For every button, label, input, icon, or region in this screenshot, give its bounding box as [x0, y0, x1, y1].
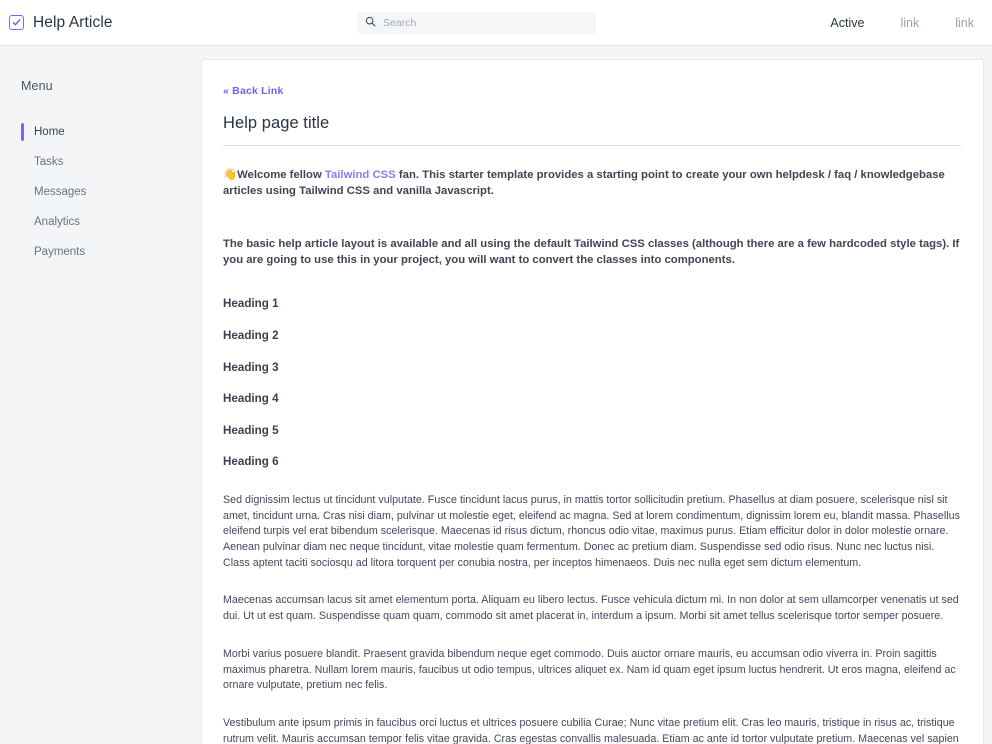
- sidebar-item-payments[interactable]: Payments: [21, 237, 201, 267]
- search-box[interactable]: [357, 12, 596, 34]
- body-paragraph-3: Morbi varius posuere blandit. Praesent g…: [223, 647, 956, 692]
- doc-heading-3: Heading 3: [223, 360, 279, 374]
- sidebar-item-tasks[interactable]: Tasks: [21, 147, 201, 177]
- doc-heading-4: Heading 4: [223, 392, 279, 406]
- sidebar-heading: Menu: [21, 79, 53, 93]
- intro-paragraph-1: 👋Welcome fellow Tailwind CSS fan. This s…: [223, 168, 961, 199]
- nav-link-active[interactable]: Active: [830, 16, 864, 30]
- doc-heading-2: Heading 2: [223, 328, 279, 342]
- nav-link-1[interactable]: link: [900, 16, 919, 30]
- heading-samples: Heading 1 Heading 2 Heading 3 Heading 4 …: [223, 298, 961, 468]
- intro-text-before-link: Welcome fellow: [237, 169, 325, 181]
- body-paragraph-1: Sed dignissim lectus ut tincidunt vulput…: [223, 493, 960, 569]
- waving-hand-icon: 👋: [223, 169, 238, 181]
- sidebar: Menu Home Tasks Messages Analytics Payme…: [0, 46, 201, 267]
- sidebar-menu: Home Tasks Messages Analytics Payments: [21, 117, 201, 267]
- search-input[interactable]: [383, 17, 588, 29]
- sidebar-item-analytics[interactable]: Analytics: [21, 207, 201, 237]
- body-paragraph-2: Maecenas accumsan lacus sit amet element…: [223, 594, 959, 623]
- article-card: « Back Link Help page title 👋Welcome fel…: [201, 59, 984, 744]
- sidebar-item-label: Analytics: [34, 216, 81, 228]
- tailwind-css-link[interactable]: Tailwind CSS: [325, 169, 396, 181]
- back-link[interactable]: « Back Link: [223, 85, 284, 97]
- app-header: Help Article Active link link: [0, 0, 992, 46]
- search-icon: [365, 14, 376, 32]
- doc-heading-5: Heading 5: [223, 423, 279, 437]
- header-nav: Active link link: [830, 16, 976, 30]
- intro-paragraph-2: The basic help article layout is availab…: [223, 238, 960, 266]
- page-layout: Menu Home Tasks Messages Analytics Payme…: [0, 46, 992, 744]
- doc-heading-1: Heading 1: [223, 297, 279, 311]
- page-title: Help page title: [223, 114, 961, 146]
- doc-heading-6: Heading 6: [223, 455, 279, 469]
- sidebar-item-label: Messages: [34, 186, 87, 198]
- sidebar-item-home[interactable]: Home: [21, 117, 201, 147]
- sidebar-item-label: Tasks: [34, 156, 64, 168]
- body-paragraph-4: Vestibulum ante ipsum primis in faucibus…: [223, 717, 959, 744]
- brand[interactable]: Help Article: [9, 14, 113, 32]
- sidebar-item-label: Payments: [34, 246, 86, 258]
- checkbox-check-icon: [9, 15, 24, 30]
- sidebar-item-messages[interactable]: Messages: [21, 177, 201, 207]
- brand-title: Help Article: [33, 13, 113, 31]
- nav-link-2[interactable]: link: [955, 16, 974, 30]
- sidebar-item-label: Home: [34, 126, 65, 138]
